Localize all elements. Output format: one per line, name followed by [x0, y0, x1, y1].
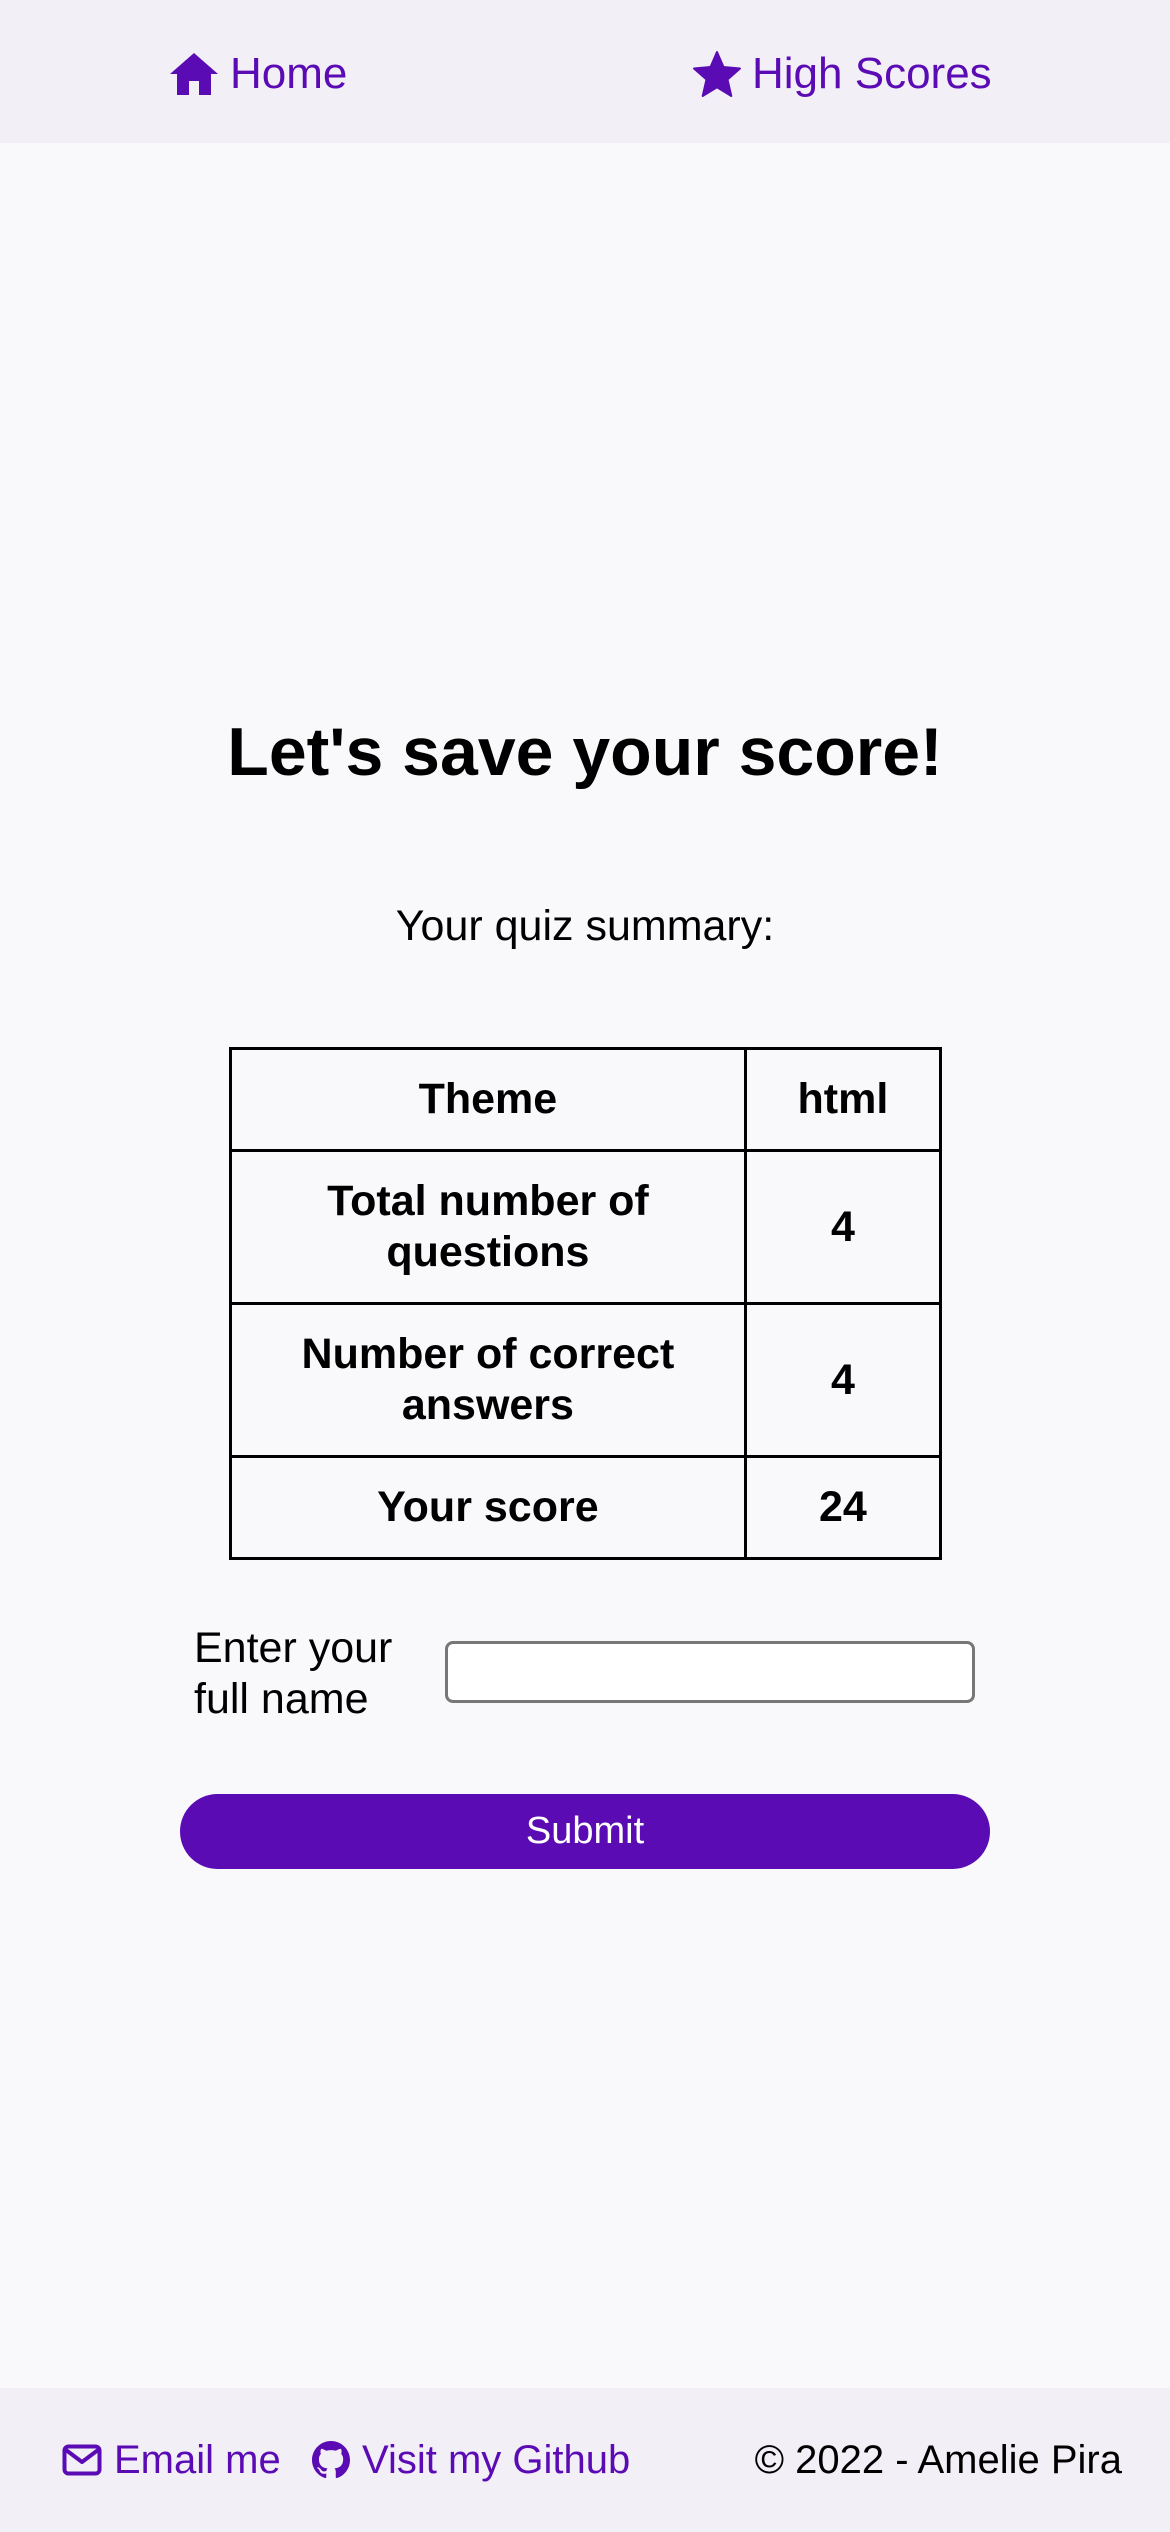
github-link[interactable]: Visit my Github: [312, 2388, 630, 2532]
quiz-summary-label: Your quiz summary:: [395, 902, 775, 950]
top-navbar: Home High Scores: [0, 0, 1170, 143]
high-scores-link-label: High Scores: [752, 49, 992, 98]
home-link-label: Home: [230, 49, 348, 98]
full-name-label: Enter your full name: [194, 1624, 393, 1723]
summary-row-label: Your score: [229, 1455, 747, 1560]
table-row: Theme html: [229, 1047, 943, 1152]
github-link-label: Visit my Github: [362, 2437, 631, 2482]
envelope-icon: [62, 2444, 102, 2476]
summary-row-value: html: [743, 1047, 943, 1152]
table-row: Total number of questions 4: [229, 1149, 943, 1305]
high-scores-link[interactable]: High Scores: [692, 0, 992, 148]
summary-row-value: 4: [743, 1302, 943, 1458]
email-link[interactable]: Email me: [62, 2388, 281, 2532]
summary-row-label: Total number of questions: [229, 1149, 747, 1305]
submit-button[interactable]: Submit: [180, 1794, 990, 1869]
copyright-text: © 2022 - Amelie Pira: [754, 2437, 1122, 2482]
page-title: Let's save your score!: [227, 714, 943, 790]
home-icon: [168, 51, 220, 97]
table-row: Number of correct answers 4: [229, 1302, 943, 1458]
footer: Email me Visit my Github © 2022 - Amelie…: [0, 2388, 1170, 2532]
star-icon: [692, 50, 742, 98]
github-icon: [312, 2441, 350, 2479]
table-row: Your score 24: [229, 1455, 943, 1560]
summary-row-label: Number of correct answers: [229, 1302, 747, 1458]
summary-row-label: Theme: [229, 1047, 747, 1152]
home-link[interactable]: Home: [168, 0, 347, 148]
email-link-label: Email me: [114, 2437, 281, 2482]
full-name-input[interactable]: [445, 1641, 975, 1703]
quiz-summary-table: Theme html Total number of questions 4 N…: [229, 1047, 943, 1560]
summary-row-value: 4: [743, 1149, 943, 1305]
summary-row-value: 24: [743, 1455, 943, 1560]
